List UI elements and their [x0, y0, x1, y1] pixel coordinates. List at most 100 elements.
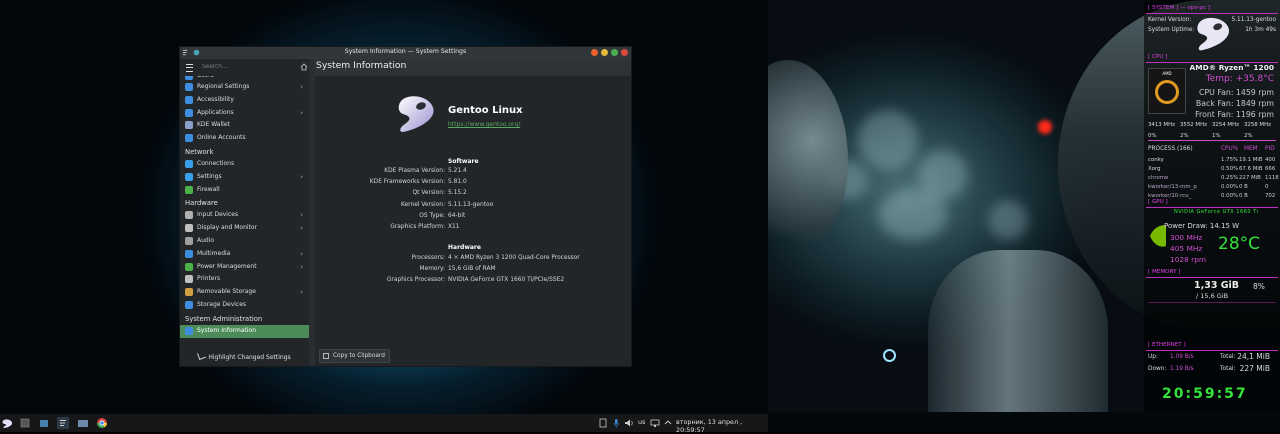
tray-expand-icon[interactable] — [662, 417, 674, 429]
info-row: Kernel Version: 5.11.13-gentoo — [315, 202, 631, 213]
sidebar-item-settings[interactable]: Settings › — [180, 171, 309, 184]
wallpaper-red-eye — [1038, 120, 1052, 134]
sidebar-item-regional-settings[interactable]: Regional Settings › — [180, 81, 309, 94]
sidebar-item-applications[interactable]: Applications › — [180, 107, 309, 120]
conky-process-name: Xorg — [1148, 166, 1161, 172]
online-accounts-icon — [185, 134, 193, 143]
gentoo-logo-icon — [398, 96, 434, 132]
conky-cpu-graph — [1148, 140, 1276, 141]
info-key: KDE Plasma Version: — [384, 168, 445, 174]
conky-front-fan: Front Fan: 1196 rpm — [1195, 110, 1274, 119]
sidebar-item-input-devices[interactable]: Input Devices › — [180, 209, 309, 222]
info-value: 5.21.4 — [448, 168, 467, 174]
conky-process-cpu: 0.25% — [1221, 175, 1239, 181]
sidebar-item-audio[interactable]: Audio — [180, 235, 309, 248]
info-key: Kernel Version: — [400, 201, 445, 208]
input-devices-icon — [185, 211, 193, 220]
conky-process-pid: 0 — [1265, 184, 1269, 190]
display-and-monitor-icon — [185, 224, 193, 233]
conky-total-down: 227 MiB — [1239, 364, 1270, 373]
conky-ethernet-header: [ ETHERNET ] — [1148, 342, 1186, 348]
chevron-right-icon: › — [300, 262, 303, 271]
copy-to-clipboard-button[interactable]: Copy to Clipboard — [319, 349, 390, 363]
dolphin-icon[interactable] — [77, 417, 89, 429]
sidebar-item-printers[interactable]: Printers — [180, 273, 309, 286]
volume-icon[interactable] — [623, 417, 635, 429]
clipboard-icon[interactable] — [597, 417, 609, 429]
copy-icon — [323, 353, 329, 359]
info-value: 5.15.2 — [448, 190, 467, 197]
printers-icon — [185, 275, 193, 284]
pager-icon[interactable] — [19, 417, 31, 429]
conky-process-pid: 702 — [1265, 193, 1276, 199]
taskbar: us вторник, 13 апрел , 20:59:57 — [0, 414, 768, 434]
connections-icon — [185, 159, 193, 168]
window-titlebar[interactable]: System Information — System Settings — [180, 47, 631, 59]
conky-clock: 20:59:57 — [1162, 386, 1248, 402]
keyboard-layout[interactable]: us — [638, 418, 645, 426]
conky-memory-header: [ MEMORY ] — [1148, 269, 1181, 275]
app-launcher-icon[interactable] — [2, 417, 14, 429]
sidebar-item-kde-wallet[interactable]: KDE Wallet — [180, 119, 309, 132]
conky-total-up: 24,1 MiB — [1237, 352, 1270, 361]
conky-divider — [1146, 350, 1278, 351]
main-header: System Information — [315, 59, 631, 75]
minimize-button[interactable] — [601, 49, 608, 56]
software-header: Software — [448, 158, 479, 165]
hamburger-menu-icon[interactable] — [186, 64, 193, 72]
conky-uptime-value: 1h 3m 49s — [1245, 27, 1276, 33]
sidebar-item-firewall[interactable]: Firewall — [180, 184, 309, 197]
conky-cpu-load: 0% — [1148, 133, 1157, 139]
conky-process-pid: 666 — [1265, 166, 1276, 172]
microphone-icon[interactable] — [610, 417, 622, 429]
applications-icon — [185, 108, 193, 117]
conky-mem-total: / 15,6 GiB — [1196, 292, 1229, 300]
sidebar-item-label: Printers — [197, 275, 221, 283]
network-icon[interactable] — [649, 417, 661, 429]
distro-link[interactable]: https://www.gentoo.org/ — [448, 121, 520, 128]
info-value: 5.11.13-gentoo — [448, 201, 494, 208]
conky-up-value: 1.09 B/s — [1170, 354, 1194, 360]
sidebar-item-power-management[interactable]: Power Management › — [180, 261, 309, 274]
amd-ryzen-icon: AMD — [1148, 68, 1186, 114]
conky-down-label: Down: — [1148, 366, 1167, 372]
sidebar-item-removable-storage[interactable]: Removable Storage › — [180, 286, 309, 299]
sidebar-item-label: Accessibility — [197, 95, 234, 103]
sidebar-item-accessibility[interactable]: Accessibility — [180, 94, 309, 107]
home-icon[interactable] — [300, 63, 308, 71]
info-value: 64-bit — [448, 212, 466, 219]
sidebar-item-connections[interactable]: Connections — [180, 158, 309, 171]
info-key: OS Type: — [419, 212, 445, 219]
sidebar-item-label: Online Accounts — [197, 134, 246, 142]
wallpaper-robot-left — [768, 60, 848, 260]
conky-divider — [1146, 277, 1278, 278]
wallpaper-bokeh — [878, 190, 948, 240]
search-input[interactable] — [198, 61, 298, 73]
chevron-right-icon: › — [300, 224, 303, 233]
conky-uptime-label: System Uptime: — [1148, 27, 1195, 33]
close-button[interactable] — [621, 49, 628, 56]
sidebar-item-storage-devices[interactable]: Storage Devices — [180, 299, 309, 312]
sidebar-item-online-accounts[interactable]: Online Accounts — [180, 132, 309, 145]
system-settings-task-icon[interactable] — [57, 417, 69, 429]
wallpaper-bokeh — [988, 200, 1028, 240]
highlight-changed-settings-button[interactable]: Highlight Changed Settings — [180, 351, 309, 365]
maximize-button[interactable] — [611, 49, 618, 56]
conky-gpu-power: Power Draw: 14.15 W — [1164, 222, 1240, 230]
info-key: Graphics Platform: — [390, 224, 445, 230]
storage-devices-icon — [185, 300, 193, 309]
chrome-icon[interactable] — [96, 417, 108, 429]
power-management-icon — [185, 262, 193, 271]
conky-mem-pct: 8% — [1253, 282, 1265, 291]
sidebar-item-label: Firewall — [197, 185, 220, 193]
file-manager-icon[interactable] — [38, 417, 50, 429]
help-button[interactable] — [591, 49, 598, 56]
system-information-icon — [185, 326, 193, 335]
sidebar-item-system-information[interactable]: System Information — [180, 324, 309, 338]
info-row: Qt Version: 5.15.2 — [315, 190, 631, 201]
sidebar-item-display-and-monitor[interactable]: Display and Monitor › — [180, 222, 309, 235]
sidebar-item-label: Applications — [197, 108, 234, 116]
conky-mem-used: 1,33 GiB — [1194, 280, 1240, 291]
conky-gpu-name: NVIDIA GeForce GTX 1660 Ti — [1174, 209, 1259, 215]
sidebar-item-multimedia[interactable]: Multimedia › — [180, 248, 309, 261]
